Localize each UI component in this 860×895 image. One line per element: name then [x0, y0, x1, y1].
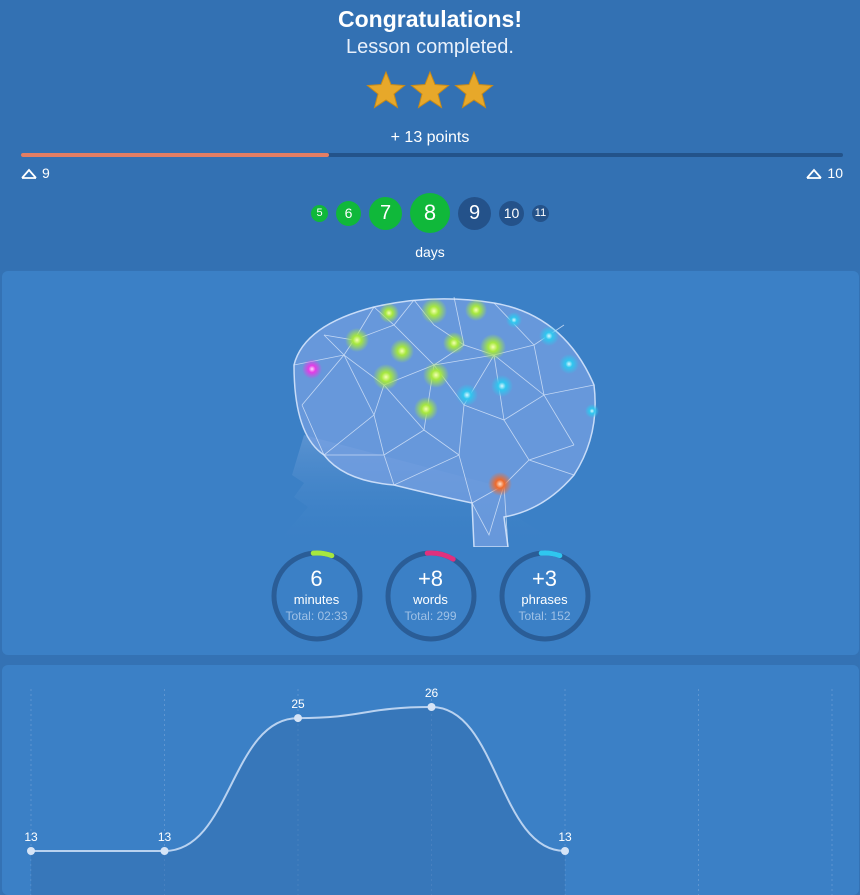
stat-ring-minutes: 6 minutes Total: 02:33 — [270, 549, 364, 643]
stat-unit: words — [413, 592, 448, 607]
progress-line-chart: 13 13 25 26 13 — [24, 686, 833, 895]
streak-days-label: days — [415, 244, 445, 260]
chart-area — [31, 707, 565, 895]
stats-card: 6 minutes Total: 02:33 +8 words Total: 299 +3 p… — [2, 271, 859, 655]
stat-unit: minutes — [293, 592, 340, 607]
points-earned: + 13 points — [390, 129, 470, 146]
streak-day: 6 — [336, 200, 361, 226]
brain-illustration — [274, 296, 599, 547]
stat-ring-words: +8 words Total: 299 — [384, 549, 478, 643]
results-header: Congratulations! Lesson completed. + 13 … — [0, 0, 860, 270]
stat-ring-text: +8 words Total: 299 — [384, 549, 478, 643]
stars-rating — [0, 70, 860, 110]
streak-day-current: 8 — [410, 193, 450, 233]
congrats-title: Congratulations! — [338, 6, 522, 32]
streak-day: 10 — [499, 200, 524, 226]
streak-day: 7 — [369, 196, 402, 230]
star-icon — [410, 70, 450, 109]
stat-value: 6 — [310, 566, 323, 591]
chart-data-label: 13 — [558, 830, 572, 844]
chart-data-label: 13 — [24, 830, 38, 844]
star-icon — [454, 70, 494, 109]
progress-chart-card: 13 13 25 26 13 — [2, 665, 859, 895]
chart-point — [561, 847, 569, 855]
streak-day: 11 — [532, 204, 549, 222]
lesson-stats: 6 minutes Total: 02:33 +8 words Total: 299 +3 p… — [2, 549, 859, 643]
lesson-completed-subtitle: Lesson completed. — [346, 36, 514, 58]
chart-point — [160, 847, 169, 855]
stat-ring-phrases: +3 phrases Total: 152 — [498, 549, 592, 643]
level-chevron-icon — [21, 168, 37, 179]
chart-point — [427, 703, 436, 711]
stat-value: +3 — [531, 566, 558, 591]
next-level-number: 10 — [827, 165, 843, 181]
stat-ring-text: +3 phrases Total: 152 — [498, 549, 592, 643]
stat-value: +8 — [417, 566, 444, 591]
level-chevron-icon — [806, 168, 823, 179]
level-progress-bar — [21, 153, 843, 157]
stat-total: Total: 299 — [404, 609, 457, 623]
star-icon — [366, 70, 406, 109]
chart-data-label: 26 — [425, 686, 439, 700]
streak-day: 9 — [458, 196, 491, 230]
level-progress-fill — [21, 153, 330, 157]
chart-point — [294, 714, 302, 723]
stat-ring-text: 6 minutes Total: 02:33 — [270, 549, 364, 643]
streak-day: 5 — [311, 204, 328, 222]
current-level-number: 9 — [42, 165, 50, 181]
stat-unit: phrases — [521, 592, 568, 607]
current-level: 9 — [21, 165, 50, 181]
streak-days: 5 6 7 8 9 10 11 — [0, 193, 860, 233]
stat-total: Total: 02:33 — [285, 609, 348, 623]
chart-point — [27, 847, 35, 855]
chart-data-label: 25 — [291, 697, 305, 711]
next-level: 10 — [806, 165, 843, 181]
chart-data-label: 13 — [158, 830, 172, 844]
stat-total: Total: 152 — [518, 609, 571, 623]
